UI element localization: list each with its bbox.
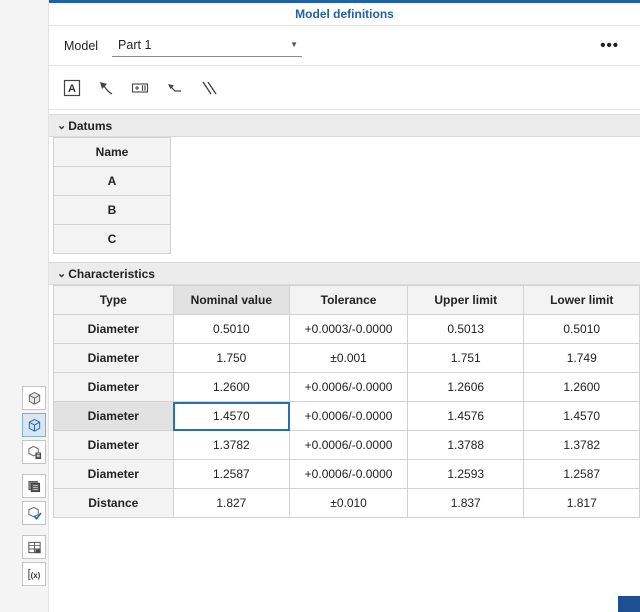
more-options-button[interactable]: •••: [594, 41, 625, 51]
row-label-cell[interactable]: Diameter: [54, 431, 174, 460]
value-cell[interactable]: 1.749: [524, 344, 640, 373]
table-row: A: [54, 167, 171, 196]
datums-section-header[interactable]: ⌄ Datums: [49, 114, 640, 137]
drawing-table-icon[interactable]: [22, 535, 46, 559]
window-corner-accent: [618, 596, 640, 612]
model-dropdown[interactable]: Part 1 ▼: [112, 35, 302, 57]
value-cell[interactable]: 0.5013: [407, 315, 523, 344]
dimension-box-icon[interactable]: [127, 75, 153, 101]
value-cell[interactable]: 1.827: [173, 489, 290, 518]
datums-section-label: Datums: [68, 119, 112, 133]
column-header[interactable]: Type: [54, 286, 174, 315]
row-label-cell[interactable]: Diameter: [54, 373, 174, 402]
annotated-part-icon[interactable]: [22, 413, 46, 437]
datums-section: ⌄ Datums Name ABC: [49, 114, 640, 254]
row-label-cell[interactable]: Distance: [54, 489, 174, 518]
table-row: Diameter1.4570+0.0006/-0.00001.45761.457…: [54, 402, 640, 431]
characteristics-section: ⌄ Characteristics TypeNominal valueToler…: [49, 262, 640, 518]
value-cell[interactable]: 1.2587: [173, 460, 290, 489]
value-cell[interactable]: +0.0003/-0.0000: [290, 315, 408, 344]
column-header[interactable]: Nominal value: [173, 286, 290, 315]
model-definitions-panel: Model definitions Model Part 1 ▼ ••• A: [48, 0, 640, 612]
panel-title: Model definitions: [295, 7, 394, 21]
svg-text:A: A: [68, 83, 76, 95]
value-cell[interactable]: 1.2600: [524, 373, 640, 402]
measurement-function-icon[interactable]: (x): [22, 562, 46, 586]
value-cell[interactable]: ±0.010: [290, 489, 408, 518]
table-row: C: [54, 225, 171, 254]
datums-header-row: Name: [54, 138, 171, 167]
characteristics-table: TypeNominal valueToleranceUpper limitLow…: [53, 285, 640, 518]
model-selector-row: Model Part 1 ▼ •••: [49, 26, 640, 66]
value-cell[interactable]: 1.4570: [524, 402, 640, 431]
value-cell[interactable]: 1.2593: [407, 460, 523, 489]
value-cell[interactable]: +0.0006/-0.0000: [290, 460, 408, 489]
datums-table: Name ABC: [53, 137, 171, 254]
value-cell[interactable]: 1.3782: [173, 431, 290, 460]
column-header[interactable]: Upper limit: [407, 286, 523, 315]
row-label-cell[interactable]: B: [54, 196, 171, 225]
value-cell[interactable]: 1.817: [524, 489, 640, 518]
callout-arrow-icon[interactable]: [161, 75, 187, 101]
chevron-down-icon: ⌄: [57, 121, 66, 131]
value-cell[interactable]: 1.2606: [407, 373, 523, 402]
text-annotation-icon[interactable]: A: [59, 75, 85, 101]
row-label-cell[interactable]: A: [54, 167, 171, 196]
value-cell[interactable]: +0.0006/-0.0000: [290, 373, 408, 402]
value-cell[interactable]: 1.750: [173, 344, 290, 373]
table-row: Distance1.827±0.0101.8371.817: [54, 489, 640, 518]
value-cell[interactable]: 1.2587: [524, 460, 640, 489]
table-row: Diameter1.2600+0.0006/-0.00001.26061.260…: [54, 373, 640, 402]
leader-arrow-icon[interactable]: [93, 75, 119, 101]
value-cell[interactable]: 1.3788: [407, 431, 523, 460]
column-header[interactable]: Tolerance: [290, 286, 408, 315]
value-cell[interactable]: 1.3782: [524, 431, 640, 460]
column-header[interactable]: Lower limit: [524, 286, 640, 315]
model-label: Model: [64, 39, 98, 53]
parallel-lines-icon[interactable]: [195, 75, 221, 101]
chevron-down-icon: ▼: [290, 40, 298, 49]
part-model-icon[interactable]: [22, 386, 46, 410]
table-row: Diameter1.750±0.0011.7511.749: [54, 344, 640, 373]
value-cell[interactable]: 1.2600: [173, 373, 290, 402]
part-check-icon[interactable]: [22, 501, 46, 525]
value-cell[interactable]: 1.837: [407, 489, 523, 518]
part-report-icon[interactable]: [22, 440, 46, 464]
column-header[interactable]: Name: [54, 138, 171, 167]
row-label-cell[interactable]: Diameter: [54, 344, 174, 373]
value-cell[interactable]: 0.5010: [173, 315, 290, 344]
table-row: Diameter1.2587+0.0006/-0.00001.25931.258…: [54, 460, 640, 489]
value-cell[interactable]: 1.4576: [407, 402, 523, 431]
row-label-cell[interactable]: Diameter: [54, 402, 174, 431]
row-label-cell[interactable]: Diameter: [54, 315, 174, 344]
layers-icon[interactable]: [22, 474, 46, 498]
value-cell[interactable]: ±0.001: [290, 344, 408, 373]
row-label-cell[interactable]: Diameter: [54, 460, 174, 489]
table-row: Diameter0.5010+0.0003/-0.00000.50130.501…: [54, 315, 640, 344]
characteristics-header-row: TypeNominal valueToleranceUpper limitLow…: [54, 286, 640, 315]
table-row: Diameter1.3782+0.0006/-0.00001.37881.378…: [54, 431, 640, 460]
characteristics-section-header[interactable]: ⌄ Characteristics: [49, 262, 640, 285]
value-cell[interactable]: 1.751: [407, 344, 523, 373]
value-cell[interactable]: 0.5010: [524, 315, 640, 344]
chevron-down-icon: ⌄: [57, 269, 66, 279]
svg-text:(x): (x): [30, 570, 40, 579]
side-toolbar: (x): [22, 386, 46, 586]
annotation-toolbar: A: [49, 66, 640, 110]
panel-title-bar: Model definitions: [49, 0, 640, 26]
value-cell[interactable]: +0.0006/-0.0000: [290, 431, 408, 460]
value-cell[interactable]: +0.0006/-0.0000: [290, 402, 408, 431]
model-dropdown-value: Part 1: [118, 38, 151, 52]
row-label-cell[interactable]: C: [54, 225, 171, 254]
characteristics-section-label: Characteristics: [68, 267, 155, 281]
table-row: B: [54, 196, 171, 225]
value-cell[interactable]: 1.4570: [173, 402, 290, 431]
